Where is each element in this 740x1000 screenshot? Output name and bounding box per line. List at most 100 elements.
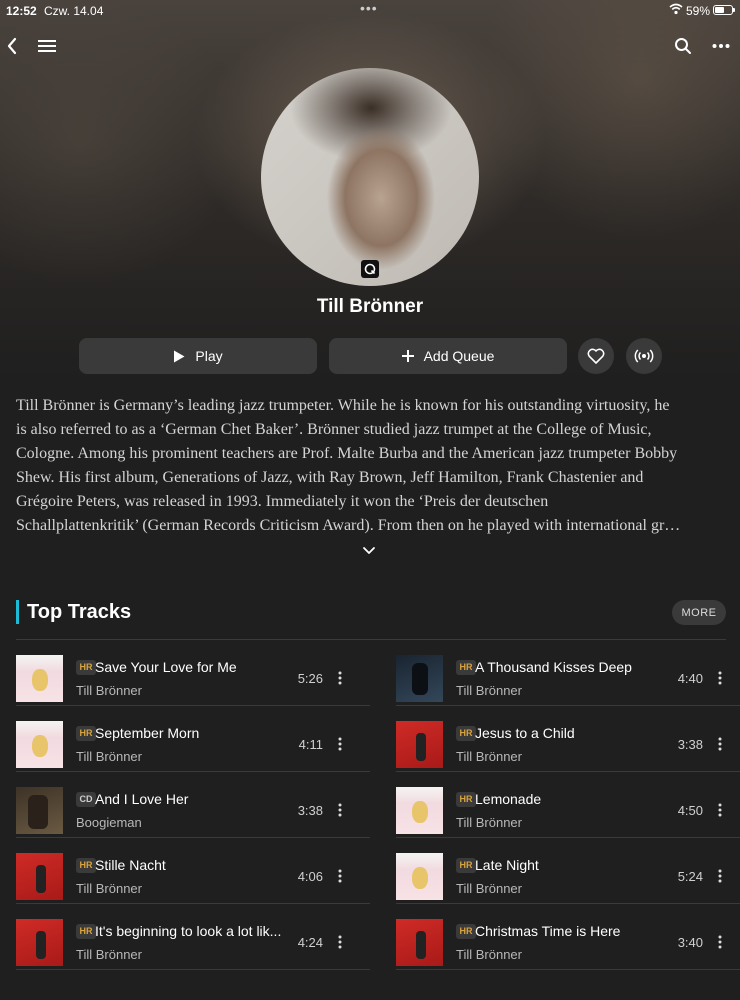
battery-icon: [713, 5, 735, 15]
play-label: Play: [195, 348, 223, 364]
album-cover: [396, 853, 443, 900]
track-row[interactable]: HR September Morn Till Brönner 4:11: [16, 706, 370, 772]
album-cover: [396, 919, 443, 966]
more-horizontal-icon: [712, 44, 730, 48]
menu-button[interactable]: [35, 34, 59, 58]
bio-line: Schallplattenkritik’ (German Records Cri…: [16, 517, 681, 534]
track-menu-button[interactable]: [712, 670, 728, 686]
heart-icon: [587, 348, 605, 364]
track-menu-button[interactable]: [332, 736, 348, 752]
track-row[interactable]: CD And I Love Her Boogieman 3:38: [16, 772, 370, 838]
plus-icon: [401, 350, 414, 362]
track-duration: 4:24: [297, 935, 323, 950]
album-cover: [396, 655, 443, 702]
quality-badge: HR: [76, 858, 96, 873]
track-title: Save Your Love for Me: [95, 659, 237, 675]
track-duration: 5:26: [297, 671, 323, 686]
quality-badge: HR: [456, 726, 476, 741]
track-row[interactable]: HR Christmas Time is Here Till Brönner 3…: [396, 904, 740, 970]
back-button[interactable]: [0, 34, 24, 58]
favorite-button[interactable]: [578, 338, 614, 374]
track-menu-button[interactable]: [332, 670, 348, 686]
bio-line: Till Brönner is Germany’s leading jazz t…: [16, 397, 670, 414]
expand-bio-button[interactable]: [362, 542, 376, 560]
track-row[interactable]: HR Lemonade Till Brönner 4:50: [396, 772, 740, 838]
track-artist: Till Brönner: [76, 947, 142, 962]
more-vertical-icon: [718, 671, 722, 685]
more-vertical-icon: [338, 737, 342, 751]
track-title: Stille Nacht: [95, 857, 166, 873]
artist-source-badge-icon: [361, 260, 379, 278]
track-duration: 3:38: [297, 803, 323, 818]
track-title: It's beginning to look a lot lik...: [95, 923, 282, 939]
more-vertical-icon: [718, 935, 722, 949]
track-duration: 4:06: [297, 869, 323, 884]
track-menu-button[interactable]: [332, 868, 348, 884]
more-vertical-icon: [718, 737, 722, 751]
track-menu-button[interactable]: [712, 934, 728, 950]
bio-line: Shew. His first album, Generations of Ja…: [16, 469, 644, 486]
bio-line: Grégoire Peters, was released in 1993. I…: [16, 493, 549, 510]
more-options-button[interactable]: [709, 34, 733, 58]
quality-badge: HR: [76, 726, 96, 741]
more-vertical-icon: [338, 803, 342, 817]
wifi-icon: [669, 3, 683, 18]
track-duration: 4:50: [677, 803, 703, 818]
track-row[interactable]: HR Save Your Love for Me Till Brönner 5:…: [16, 640, 370, 706]
chevron-left-icon: [7, 37, 17, 55]
track-menu-button[interactable]: [332, 934, 348, 950]
album-cover: [16, 787, 63, 834]
track-artist: Till Brönner: [456, 683, 522, 698]
search-button[interactable]: [671, 34, 695, 58]
more-vertical-icon: [338, 935, 342, 949]
track-artist: Till Brönner: [456, 749, 522, 764]
album-cover: [396, 721, 443, 768]
album-cover: [16, 919, 63, 966]
track-title: A Thousand Kisses Deep: [475, 659, 632, 675]
track-row[interactable]: HR A Thousand Kisses Deep Till Brönner 4…: [396, 640, 740, 706]
bio-line: is also referred to as a ‘German Chet Ba…: [16, 421, 652, 438]
album-cover: [16, 721, 63, 768]
battery-percent: 59%: [686, 4, 711, 18]
hamburger-icon: [38, 40, 56, 52]
quality-badge: HR: [76, 924, 96, 939]
radio-button[interactable]: [626, 338, 662, 374]
more-button[interactable]: MORE: [672, 600, 726, 625]
track-artist: Till Brönner: [76, 881, 142, 896]
quality-badge: HR: [456, 924, 476, 939]
album-cover: [16, 853, 63, 900]
track-row[interactable]: HR Stille Nacht Till Brönner 4:06: [16, 838, 370, 904]
track-row[interactable]: HR Late Night Till Brönner 5:24: [396, 838, 740, 904]
track-menu-button[interactable]: [332, 802, 348, 818]
track-title: Christmas Time is Here: [475, 923, 621, 939]
add-queue-button[interactable]: Add Queue: [329, 338, 567, 374]
track-menu-button[interactable]: [712, 736, 728, 752]
track-menu-button[interactable]: [712, 868, 728, 884]
chevron-down-icon: [363, 547, 375, 554]
track-duration: 3:38: [677, 737, 703, 752]
track-duration: 4:40: [677, 671, 703, 686]
album-cover: [16, 655, 63, 702]
track-row[interactable]: HR Jesus to a Child Till Brönner 3:38: [396, 706, 740, 772]
status-time: 12:52: [6, 4, 37, 18]
track-title: Late Night: [475, 857, 539, 873]
artist-biography: Till Brönner is Germany’s leading jazz t…: [16, 394, 728, 538]
play-button[interactable]: Play: [79, 338, 317, 374]
quality-badge: HR: [456, 660, 476, 675]
artist-name: Till Brönner: [316, 296, 424, 317]
multitask-dots-icon[interactable]: •••: [360, 0, 378, 16]
add-queue-label: Add Queue: [423, 348, 495, 364]
more-vertical-icon: [338, 671, 342, 685]
track-artist: Till Brönner: [456, 881, 522, 896]
track-menu-button[interactable]: [712, 802, 728, 818]
track-duration: 3:40: [677, 935, 703, 950]
track-artist: Boogieman: [76, 815, 142, 830]
track-artist: Till Brönner: [456, 947, 522, 962]
radio-broadcast-icon: [634, 349, 654, 363]
play-icon: [174, 350, 185, 362]
quality-badge: HR: [456, 858, 476, 873]
track-column-right: HR A Thousand Kisses Deep Till Brönner 4…: [396, 640, 740, 970]
track-duration: 4:11: [298, 737, 323, 752]
quality-badge: HR: [456, 792, 476, 807]
track-row[interactable]: HR It's beginning to look a lot lik... T…: [16, 904, 370, 970]
